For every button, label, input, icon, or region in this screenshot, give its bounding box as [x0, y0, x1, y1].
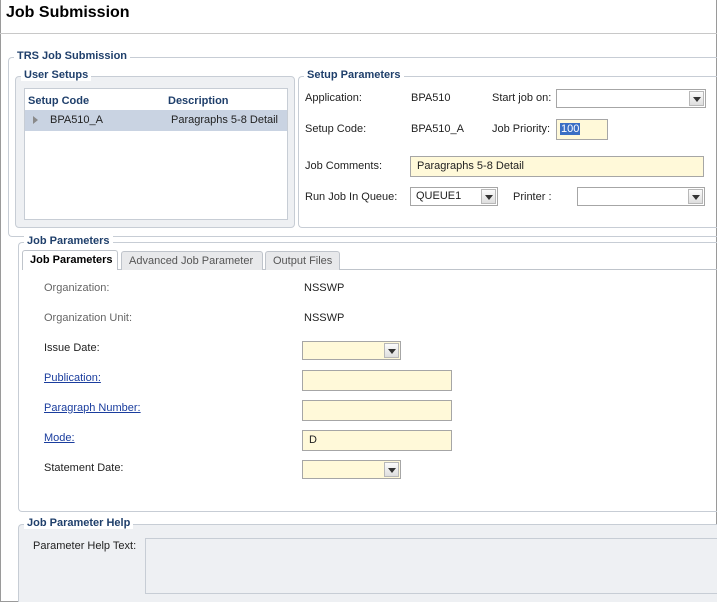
- parameter-help-text-area[interactable]: [145, 538, 717, 594]
- trs-job-submission-legend: TRS Job Submission: [14, 50, 131, 62]
- run-job-queue-select[interactable]: QUEUE1: [410, 187, 498, 206]
- parameter-help-text-label: Parameter Help Text:: [33, 540, 137, 552]
- chevron-down-icon[interactable]: [688, 189, 703, 204]
- row-arrow-icon: [33, 116, 38, 124]
- page-title: Job Submission: [6, 4, 130, 21]
- organization-value: NSSWP: [304, 282, 345, 294]
- column-header-description[interactable]: Description: [168, 95, 229, 107]
- publication-link[interactable]: Publication:: [44, 372, 101, 384]
- chevron-down-icon[interactable]: [689, 91, 704, 106]
- printer-select[interactable]: [577, 187, 705, 206]
- job-comments-label: Job Comments:: [305, 160, 383, 172]
- row-setup-code: BPA510_A: [50, 114, 104, 126]
- job-priority-input[interactable]: 100: [556, 119, 608, 140]
- run-job-queue-value: QUEUE1: [416, 190, 462, 202]
- organization-label: Organization:: [44, 282, 110, 294]
- organization-unit-value: NSSWP: [304, 312, 345, 324]
- application-value: BPA510: [411, 92, 451, 104]
- table-row[interactable]: BPA510_A Paragraphs 5-8 Detail: [25, 110, 287, 131]
- setup-parameters-legend: Setup Parameters: [304, 69, 404, 81]
- user-setups-legend: User Setups: [21, 69, 92, 81]
- issue-date-label: Issue Date:: [44, 342, 100, 354]
- column-header-setup-code[interactable]: Setup Code: [28, 95, 89, 107]
- start-job-label: Start job on:: [492, 92, 552, 104]
- tab-job-parameters[interactable]: Job Parameters: [22, 250, 118, 270]
- setup-code-label: Setup Code:: [305, 123, 367, 135]
- paragraph-number-input[interactable]: [302, 400, 452, 421]
- user-setups-grid: [24, 88, 288, 220]
- statement-date-select[interactable]: [302, 460, 401, 479]
- issue-date-select[interactable]: [302, 341, 401, 360]
- statement-date-label: Statement Date:: [44, 462, 124, 474]
- run-job-queue-label: Run Job In Queue:: [305, 191, 398, 203]
- job-parameters-legend: Job Parameters: [24, 235, 113, 247]
- tab-output-files[interactable]: Output Files: [265, 251, 340, 270]
- chevron-down-icon[interactable]: [481, 189, 496, 204]
- application-label: Application:: [305, 92, 362, 104]
- job-priority-value: 100: [560, 123, 581, 135]
- tab-advanced-job-parameter[interactable]: Advanced Job Parameter: [121, 251, 263, 270]
- mode-link[interactable]: Mode:: [44, 432, 75, 444]
- mode-input[interactable]: D: [302, 430, 452, 451]
- job-priority-label: Job Priority:: [492, 123, 551, 135]
- title-divider: [0, 33, 717, 34]
- publication-input[interactable]: [302, 370, 452, 391]
- chevron-down-icon[interactable]: [384, 343, 399, 358]
- organization-unit-label: Organization Unit:: [44, 312, 133, 324]
- job-comments-input[interactable]: Paragraphs 5-8 Detail: [410, 156, 704, 177]
- chevron-down-icon[interactable]: [384, 462, 399, 477]
- setup-code-value: BPA510_A: [411, 123, 465, 135]
- job-parameter-help-legend: Job Parameter Help: [24, 517, 134, 529]
- row-description: Paragraphs 5-8 Detail: [171, 114, 279, 126]
- paragraph-number-link[interactable]: Paragraph Number:: [44, 402, 141, 414]
- start-job-select[interactable]: [556, 89, 706, 108]
- printer-label: Printer :: [513, 191, 552, 203]
